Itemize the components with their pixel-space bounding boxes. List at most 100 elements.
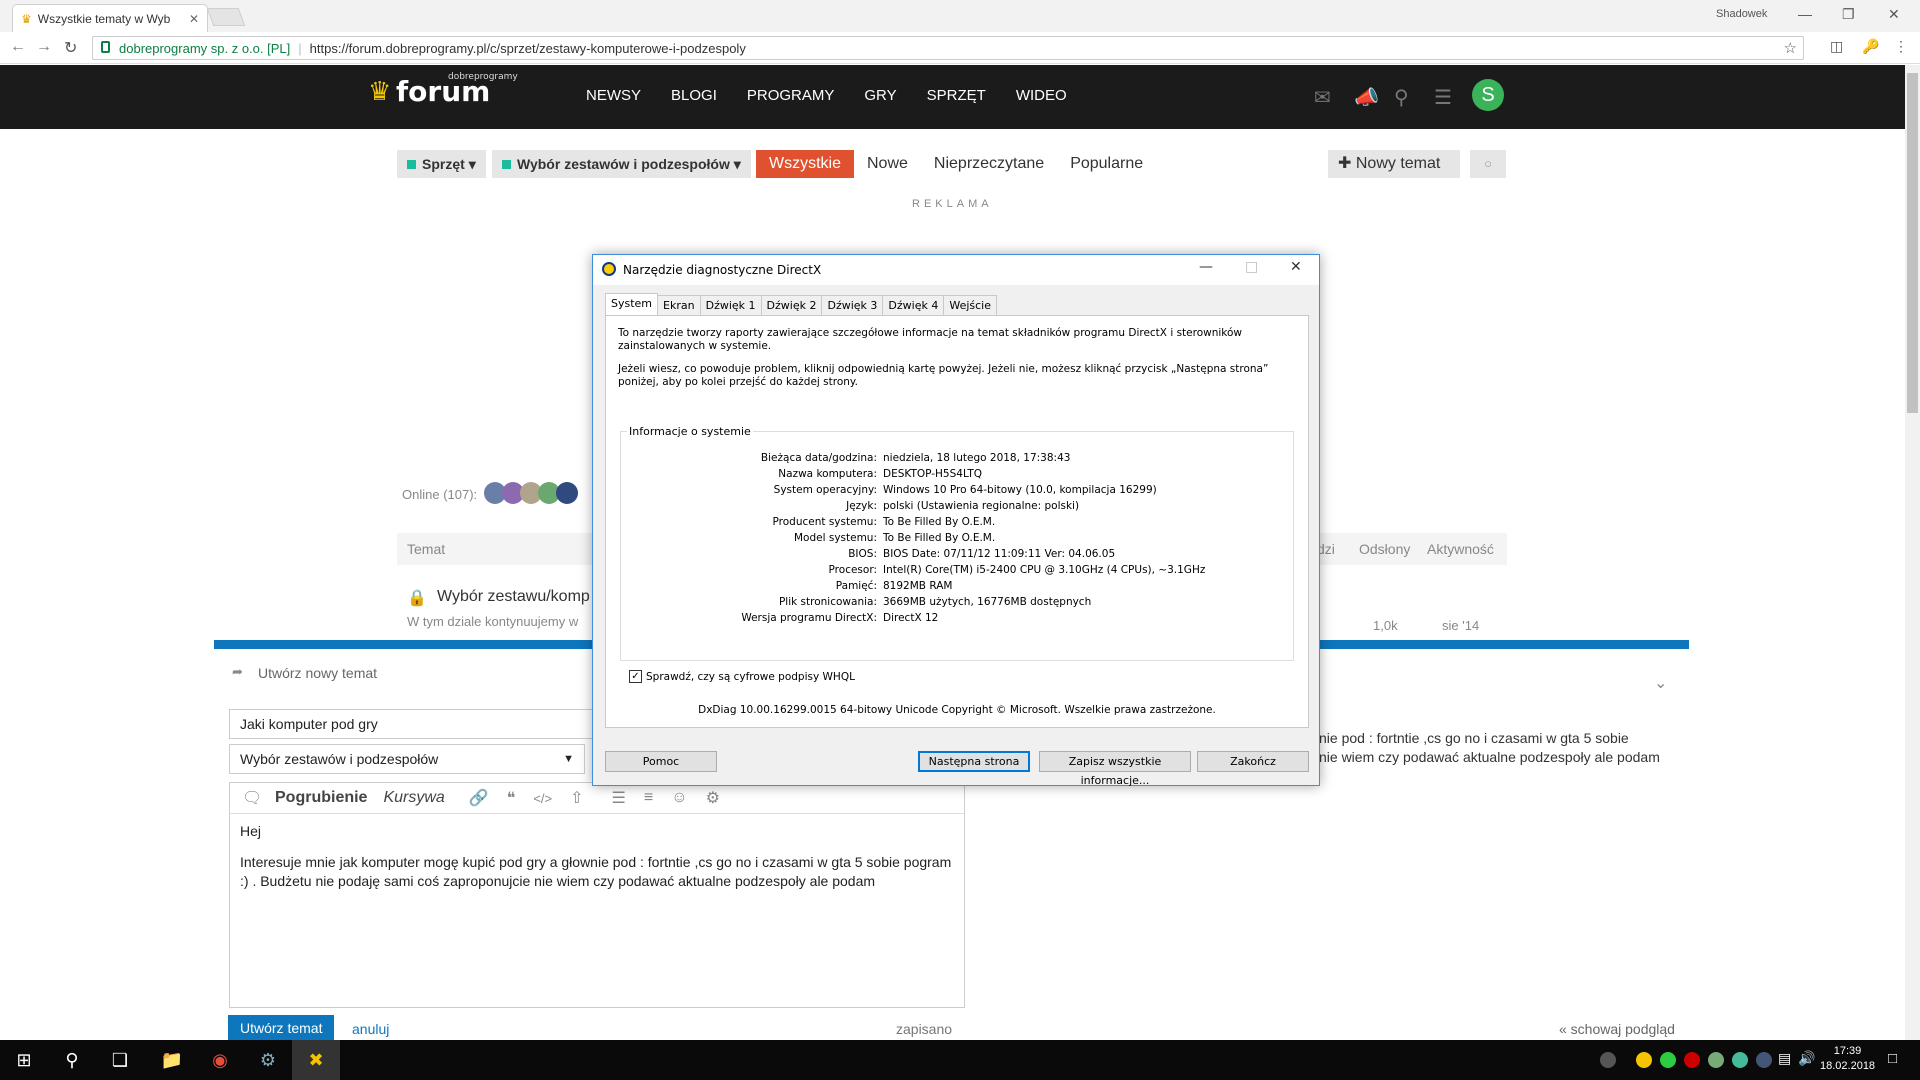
col-activity[interactable]: Aktywność bbox=[1427, 541, 1494, 557]
nav-sprzet[interactable]: SPRZĘT bbox=[927, 87, 986, 104]
tray-app-icon[interactable] bbox=[1708, 1052, 1724, 1068]
new-topic-button[interactable]: ✚ Nowy temat bbox=[1328, 150, 1460, 178]
numbered-list-icon[interactable]: ≡ bbox=[644, 789, 653, 807]
tab-dzwiek-4[interactable]: Dźwięk 4 bbox=[882, 295, 945, 317]
task-view-icon[interactable]: ❏ bbox=[96, 1040, 144, 1080]
tab-dzwiek-2[interactable]: Dźwięk 2 bbox=[760, 295, 823, 317]
editor-line: Interesuje mnie jak komputer mogę kupić … bbox=[240, 854, 952, 889]
subcategory-dropdown[interactable]: Wybór zestawów i podzespołów ▾ bbox=[492, 150, 751, 178]
upload-icon[interactable]: ⇧ bbox=[570, 788, 583, 808]
forward-icon[interactable]: → bbox=[36, 38, 52, 56]
category-select[interactable]: Wybór zestawów i podzespołów ▼ bbox=[229, 744, 585, 774]
close-icon[interactable]: ✕ bbox=[1290, 259, 1302, 275]
dialog-titlebar[interactable]: Narzędzie diagnostyczne DirectX — □ ✕ bbox=[593, 255, 1319, 285]
file-explorer-icon[interactable]: 📁 bbox=[148, 1040, 196, 1080]
emoji-icon[interactable]: ☺ bbox=[671, 789, 687, 807]
search-icon[interactable]: ⚲ bbox=[1394, 85, 1409, 110]
megaphone-icon[interactable]: 📣 bbox=[1354, 85, 1379, 110]
tray-app-icon[interactable] bbox=[1732, 1052, 1748, 1068]
whql-checkbox[interactable]: ✓ Sprawdź, czy są cyfrowe podpisy WHQL bbox=[629, 670, 855, 683]
cancel-link[interactable]: anuluj bbox=[352, 1021, 389, 1037]
help-button[interactable]: Pomoc bbox=[605, 751, 717, 772]
chevron-down-icon[interactable]: ⌄ bbox=[1654, 673, 1667, 693]
create-topic-button[interactable]: Utwórz temat bbox=[228, 1015, 335, 1042]
tab-wszystkie[interactable]: Wszystkie bbox=[756, 150, 854, 178]
dxdiag-taskbar-icon[interactable]: ✖ bbox=[292, 1040, 340, 1080]
volume-icon[interactable]: 🔊 bbox=[1798, 1050, 1815, 1067]
italic-button[interactable]: Kursywa bbox=[383, 789, 444, 807]
nav-gry[interactable]: GRY bbox=[864, 87, 896, 104]
speech-bubble-icon[interactable]: 🗨 bbox=[242, 788, 262, 808]
menu-dots-icon[interactable]: ⋮ bbox=[1894, 38, 1908, 55]
tab-system[interactable]: System bbox=[605, 293, 659, 315]
close-window-icon[interactable]: ✕ bbox=[1888, 6, 1900, 23]
maximize-icon[interactable]: ❐ bbox=[1842, 6, 1855, 23]
nav-wideo[interactable]: WIDEO bbox=[1016, 87, 1067, 104]
nav-blogi[interactable]: BLOGI bbox=[671, 87, 717, 104]
tab-ekran[interactable]: Ekran bbox=[657, 295, 701, 317]
hide-preview-link[interactable]: « schowaj podgląd bbox=[1559, 1021, 1675, 1037]
tab-nowe[interactable]: Nowe bbox=[854, 150, 921, 178]
steam-icon[interactable]: ⚙ bbox=[244, 1040, 292, 1080]
category-dropdown[interactable]: Sprzęt ▾ bbox=[397, 150, 486, 178]
clock[interactable]: 17:39 18.02.2018 bbox=[1820, 1044, 1875, 1074]
subcategory-color-square bbox=[502, 160, 511, 169]
nav-programy[interactable]: PROGRAMY bbox=[747, 87, 835, 104]
close-tab-icon[interactable]: ✕ bbox=[189, 12, 199, 26]
quote-icon[interactable]: ❝ bbox=[507, 788, 516, 808]
notification-level-button[interactable]: ○ bbox=[1470, 150, 1506, 178]
tab-nieprzeczytane[interactable]: Nieprzeczytane bbox=[921, 150, 1057, 178]
save-all-info-button[interactable]: Zapisz wszystkie informacje... bbox=[1039, 751, 1191, 787]
windows-start-icon[interactable]: ⊞ bbox=[0, 1040, 48, 1080]
nav-newsy[interactable]: NEWSY bbox=[586, 87, 641, 104]
reload-icon[interactable]: ↻ bbox=[64, 38, 77, 58]
gear-icon[interactable]: ⚙ bbox=[706, 788, 720, 808]
minimize-icon[interactable]: — bbox=[1798, 6, 1812, 22]
page-scrollbar[interactable] bbox=[1905, 65, 1920, 1040]
address-toolbar: ← → ↻ dobreprogramy sp. z o.o. [PL] | ht… bbox=[0, 32, 1920, 64]
user-avatar[interactable]: S bbox=[1472, 79, 1504, 111]
search-icon[interactable]: ⚲ bbox=[48, 1040, 96, 1080]
tab-dzwiek-1[interactable]: Dźwięk 1 bbox=[699, 295, 762, 317]
mail-icon[interactable]: ✉ bbox=[1314, 85, 1331, 110]
network-icon[interactable]: ▤ bbox=[1778, 1050, 1791, 1067]
bold-button[interactable]: Pogrubienie bbox=[275, 789, 367, 807]
new-tab-button[interactable] bbox=[206, 8, 246, 26]
bullet-list-icon[interactable]: ☰ bbox=[612, 788, 626, 808]
info-value: DESKTOP-H5S4LTQ bbox=[883, 468, 983, 480]
browser-tab[interactable]: ♛ Wszystkie tematy w Wyb ✕ bbox=[12, 4, 208, 32]
tray-app-icon[interactable] bbox=[1756, 1052, 1772, 1068]
scrollbar-thumb[interactable] bbox=[1907, 73, 1918, 413]
tab-popularne[interactable]: Popularne bbox=[1057, 150, 1156, 178]
chrome-icon[interactable]: ◉ bbox=[196, 1040, 244, 1080]
tray-app-icon[interactable] bbox=[1660, 1052, 1676, 1068]
notification-center-icon[interactable]: □ bbox=[1888, 1050, 1897, 1067]
profile-name[interactable]: Shadowek bbox=[1716, 8, 1767, 20]
link-icon[interactable]: 🔗 bbox=[469, 788, 489, 808]
people-icon[interactable] bbox=[1600, 1052, 1616, 1068]
minimize-icon[interactable]: — bbox=[1199, 259, 1213, 275]
key-icon[interactable]: 🔑 bbox=[1862, 38, 1879, 55]
back-icon[interactable]: ← bbox=[10, 38, 26, 56]
topic-activity[interactable]: sie '14 bbox=[1442, 618, 1479, 633]
tab-wejscie[interactable]: Wejście bbox=[943, 295, 998, 317]
next-page-button[interactable]: Następna strona bbox=[918, 751, 1030, 772]
tray-app-icon[interactable] bbox=[1636, 1052, 1652, 1068]
hamburger-menu-icon[interactable]: ☰ bbox=[1434, 85, 1452, 110]
col-views[interactable]: Odsłony bbox=[1359, 541, 1410, 557]
tray-app-icon[interactable] bbox=[1684, 1052, 1700, 1068]
topic-title-input[interactable]: Jaki komputer pod gry bbox=[229, 709, 609, 739]
online-user-avatar[interactable] bbox=[556, 482, 578, 504]
bookmark-star-icon[interactable]: ☆ bbox=[1784, 39, 1797, 57]
code-icon[interactable]: </> bbox=[533, 791, 552, 806]
address-bar[interactable]: dobreprogramy sp. z o.o. [PL] | https://… bbox=[92, 36, 1804, 60]
forum-logo[interactable]: ♛ dobreprogramy forum bbox=[368, 72, 518, 108]
exit-button[interactable]: Zakończ bbox=[1197, 751, 1309, 772]
col-topic[interactable]: Temat bbox=[407, 541, 445, 557]
tab-dzwiek-3[interactable]: Dźwięk 3 bbox=[821, 295, 884, 317]
topic-title[interactable]: Wybór zestawu/komp bbox=[437, 588, 590, 606]
extension-icon[interactable]: ◫ bbox=[1830, 38, 1843, 55]
editor-textarea[interactable]: Hej Interesuje mnie jak komputer mogę ku… bbox=[229, 814, 965, 1008]
caret-down-icon: ▾ bbox=[733, 156, 741, 172]
topic-filter-tabs: Wszystkie Nowe Nieprzeczytane Popularne bbox=[756, 150, 1156, 178]
